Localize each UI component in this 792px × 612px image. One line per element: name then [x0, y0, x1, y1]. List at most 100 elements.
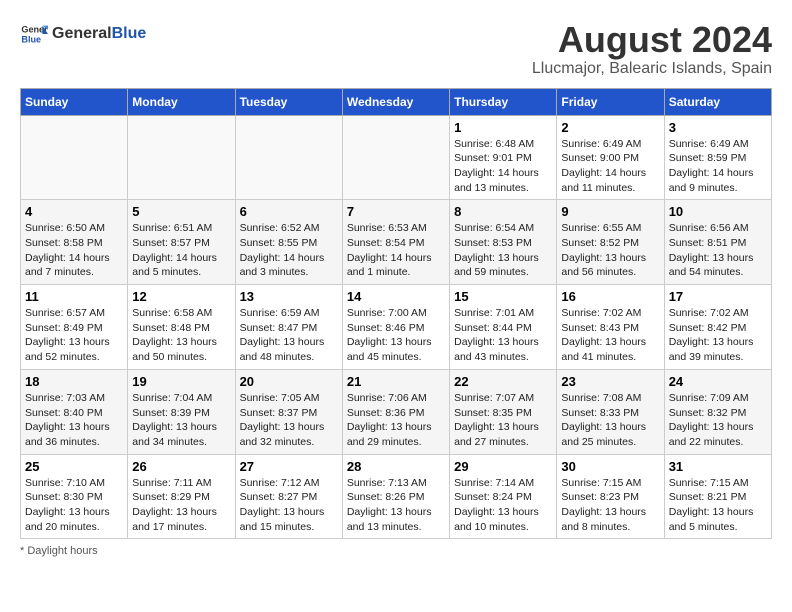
day-number: 27: [240, 459, 338, 474]
header-row: SundayMondayTuesdayWednesdayThursdayFrid…: [21, 88, 772, 115]
day-number: 28: [347, 459, 445, 474]
day-number: 7: [347, 204, 445, 219]
day-info: Sunrise: 7:09 AM Sunset: 8:32 PM Dayligh…: [669, 391, 767, 450]
day-info: Sunrise: 7:10 AM Sunset: 8:30 PM Dayligh…: [25, 476, 123, 535]
day-number: 29: [454, 459, 552, 474]
calendar-cell: 8Sunrise: 6:54 AM Sunset: 8:53 PM Daylig…: [450, 200, 557, 285]
day-info: Sunrise: 7:05 AM Sunset: 8:37 PM Dayligh…: [240, 391, 338, 450]
day-number: 10: [669, 204, 767, 219]
calendar-header: SundayMondayTuesdayWednesdayThursdayFrid…: [21, 88, 772, 115]
day-info: Sunrise: 7:15 AM Sunset: 8:21 PM Dayligh…: [669, 476, 767, 535]
day-number: 13: [240, 289, 338, 304]
calendar-cell: 27 Sunrise: 7:12 AM Sunset: 8:27 PM Dayli…: [235, 454, 342, 539]
calendar-cell: 23 Sunrise: 7:08 AM Sunset: 8:33 PM Dayli…: [557, 369, 664, 454]
calendar-cell: 14 Sunrise: 7:00 AM Sunset: 8:46 PM Dayli…: [342, 285, 449, 370]
day-number: 9: [561, 204, 659, 219]
calendar-cell: 29 Sunrise: 7:14 AM Sunset: 8:24 PM Dayli…: [450, 454, 557, 539]
calendar-table: SundayMondayTuesdayWednesdayThursdayFrid…: [20, 88, 772, 540]
day-number: 30: [561, 459, 659, 474]
day-number: 22: [454, 374, 552, 389]
day-info: Sunrise: 7:08 AM Sunset: 8:33 PM Dayligh…: [561, 391, 659, 450]
day-number: 18: [25, 374, 123, 389]
day-info: Sunrise: 7:03 AM Sunset: 8:40 PM Dayligh…: [25, 391, 123, 450]
day-info: Sunrise: 6:53 AM Sunset: 8:54 PM Dayligh…: [347, 221, 445, 280]
calendar-week-row: 18 Sunrise: 7:03 AM Sunset: 8:40 PM Dayli…: [21, 369, 772, 454]
day-info: Sunrise: 6:52 AM Sunset: 8:55 PM Dayligh…: [240, 221, 338, 280]
footer-note: * Daylight hours: [20, 545, 772, 557]
day-number: 8: [454, 204, 552, 219]
day-info: Sunrise: 7:04 AM Sunset: 8:39 PM Dayligh…: [132, 391, 230, 450]
calendar-cell: 26 Sunrise: 7:11 AM Sunset: 8:29 PM Dayli…: [128, 454, 235, 539]
calendar-cell: [21, 115, 128, 200]
title-section: August 2024 Llucmajor, Balearic Islands,…: [532, 20, 772, 78]
calendar-cell: 21 Sunrise: 7:06 AM Sunset: 8:36 PM Dayli…: [342, 369, 449, 454]
page-subtitle: Llucmajor, Balearic Islands, Spain: [532, 60, 772, 78]
day-info: Sunrise: 6:55 AM Sunset: 8:52 PM Dayligh…: [561, 221, 659, 280]
day-number: 6: [240, 204, 338, 219]
calendar-cell: 1Sunrise: 6:48 AM Sunset: 9:01 PM Daylig…: [450, 115, 557, 200]
day-number: 23: [561, 374, 659, 389]
day-number: 15: [454, 289, 552, 304]
day-number: 17: [669, 289, 767, 304]
day-info: Sunrise: 7:15 AM Sunset: 8:23 PM Dayligh…: [561, 476, 659, 535]
day-info: Sunrise: 6:59 AM Sunset: 8:47 PM Dayligh…: [240, 306, 338, 365]
day-number: 24: [669, 374, 767, 389]
day-number: 25: [25, 459, 123, 474]
logo: General Blue GeneralBlue: [20, 20, 146, 48]
calendar-cell: [235, 115, 342, 200]
day-number: 12: [132, 289, 230, 304]
day-number: 2: [561, 120, 659, 135]
calendar-cell: 31 Sunrise: 7:15 AM Sunset: 8:21 PM Dayli…: [664, 454, 771, 539]
calendar-cell: [342, 115, 449, 200]
calendar-cell: 6 Sunrise: 6:52 AM Sunset: 8:55 PM Daylig…: [235, 200, 342, 285]
day-info: Sunrise: 7:12 AM Sunset: 8:27 PM Dayligh…: [240, 476, 338, 535]
day-info: Sunrise: 6:51 AM Sunset: 8:57 PM Dayligh…: [132, 221, 230, 280]
calendar-cell: 9 Sunrise: 6:55 AM Sunset: 8:52 PM Daylig…: [557, 200, 664, 285]
calendar-cell: 24 Sunrise: 7:09 AM Sunset: 8:32 PM Dayli…: [664, 369, 771, 454]
calendar-week-row: 11Sunrise: 6:57 AM Sunset: 8:49 PM Dayli…: [21, 285, 772, 370]
day-info: Sunrise: 7:06 AM Sunset: 8:36 PM Dayligh…: [347, 391, 445, 450]
day-info: Sunrise: 7:00 AM Sunset: 8:46 PM Dayligh…: [347, 306, 445, 365]
day-info: Sunrise: 7:07 AM Sunset: 8:35 PM Dayligh…: [454, 391, 552, 450]
day-info: Sunrise: 6:50 AM Sunset: 8:58 PM Dayligh…: [25, 221, 123, 280]
calendar-cell: 20 Sunrise: 7:05 AM Sunset: 8:37 PM Dayli…: [235, 369, 342, 454]
calendar-cell: 4Sunrise: 6:50 AM Sunset: 8:58 PM Daylig…: [21, 200, 128, 285]
day-number: 26: [132, 459, 230, 474]
day-number: 14: [347, 289, 445, 304]
day-info: Sunrise: 6:57 AM Sunset: 8:49 PM Dayligh…: [25, 306, 123, 365]
calendar-cell: 19 Sunrise: 7:04 AM Sunset: 8:39 PM Dayli…: [128, 369, 235, 454]
day-info: Sunrise: 7:02 AM Sunset: 8:43 PM Dayligh…: [561, 306, 659, 365]
header: General Blue GeneralBlue August 2024 Llu…: [20, 20, 772, 78]
day-number: 21: [347, 374, 445, 389]
day-number: 19: [132, 374, 230, 389]
calendar-cell: 15Sunrise: 7:01 AM Sunset: 8:44 PM Dayli…: [450, 285, 557, 370]
calendar-body: 1Sunrise: 6:48 AM Sunset: 9:01 PM Daylig…: [21, 115, 772, 539]
day-number: 16: [561, 289, 659, 304]
day-number: 31: [669, 459, 767, 474]
calendar-cell: 11Sunrise: 6:57 AM Sunset: 8:49 PM Dayli…: [21, 285, 128, 370]
page-title: August 2024: [532, 20, 772, 60]
logo-general: GeneralBlue: [52, 26, 146, 42]
calendar-cell: 28Sunrise: 7:13 AM Sunset: 8:26 PM Dayli…: [342, 454, 449, 539]
day-info: Sunrise: 7:02 AM Sunset: 8:42 PM Dayligh…: [669, 306, 767, 365]
day-number: 20: [240, 374, 338, 389]
calendar-cell: 3 Sunrise: 6:49 AM Sunset: 8:59 PM Daylig…: [664, 115, 771, 200]
calendar-cell: 16 Sunrise: 7:02 AM Sunset: 8:43 PM Dayli…: [557, 285, 664, 370]
day-header: Sunday: [21, 88, 128, 115]
day-info: Sunrise: 6:48 AM Sunset: 9:01 PM Dayligh…: [454, 137, 552, 196]
day-number: 3: [669, 120, 767, 135]
day-info: Sunrise: 6:58 AM Sunset: 8:48 PM Dayligh…: [132, 306, 230, 365]
day-info: Sunrise: 6:49 AM Sunset: 8:59 PM Dayligh…: [669, 137, 767, 196]
calendar-week-row: 4Sunrise: 6:50 AM Sunset: 8:58 PM Daylig…: [21, 200, 772, 285]
calendar-cell: 18 Sunrise: 7:03 AM Sunset: 8:40 PM Dayli…: [21, 369, 128, 454]
day-info: Sunrise: 7:14 AM Sunset: 8:24 PM Dayligh…: [454, 476, 552, 535]
svg-text:Blue: Blue: [21, 34, 41, 44]
day-info: Sunrise: 6:49 AM Sunset: 9:00 PM Dayligh…: [561, 137, 659, 196]
calendar-cell: 25 Sunrise: 7:10 AM Sunset: 8:30 PM Dayli…: [21, 454, 128, 539]
day-header: Thursday: [450, 88, 557, 115]
calendar-cell: 7 Sunrise: 6:53 AM Sunset: 8:54 PM Daylig…: [342, 200, 449, 285]
day-info: Sunrise: 7:11 AM Sunset: 8:29 PM Dayligh…: [132, 476, 230, 535]
day-header: Wednesday: [342, 88, 449, 115]
day-header: Saturday: [664, 88, 771, 115]
calendar-cell: 13 Sunrise: 6:59 AM Sunset: 8:47 PM Dayli…: [235, 285, 342, 370]
